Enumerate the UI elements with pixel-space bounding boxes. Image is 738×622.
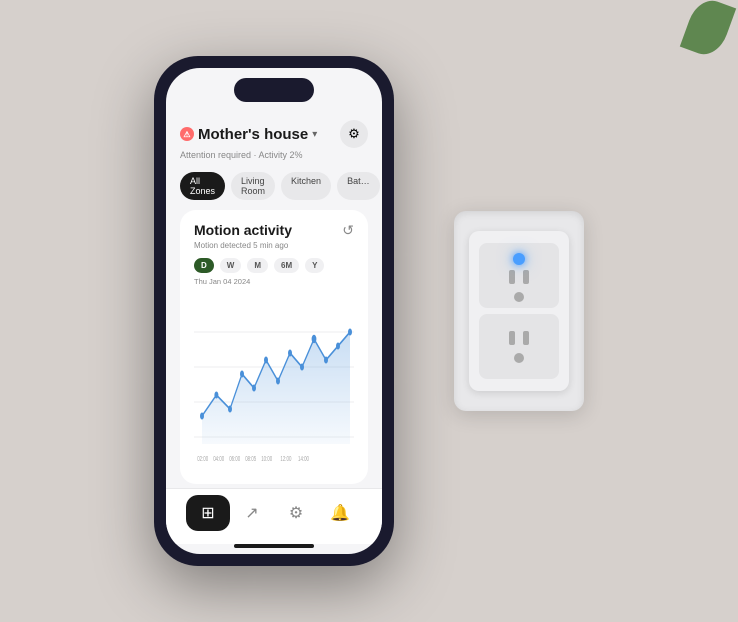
wall-plate bbox=[454, 211, 584, 411]
outlet-slots-bottom bbox=[509, 331, 529, 345]
outlet-face-top bbox=[514, 292, 524, 302]
time-btn-6m[interactable]: 6M bbox=[274, 258, 299, 273]
motion-title: Motion activity bbox=[194, 222, 292, 238]
motion-subtitle: Motion detected 5 min ago bbox=[194, 241, 354, 250]
history-icon[interactable]: ↺ bbox=[342, 222, 354, 239]
nav-activity[interactable]: ↗ bbox=[230, 495, 274, 531]
slot-right-bottom bbox=[523, 331, 529, 345]
smart-plug-container bbox=[454, 211, 584, 411]
motion-chart: 02:00 04:00 06:00 08:05 10:00 12:00 14:0… bbox=[194, 290, 354, 472]
tab-living-room[interactable]: Living Room bbox=[231, 172, 275, 200]
app-header: ⚠ Mother's house ▾ ⚙ Attention required … bbox=[166, 112, 382, 166]
outlet-slots-top bbox=[509, 270, 529, 284]
time-btn-w[interactable]: W bbox=[220, 258, 242, 273]
alert-icon: ⚠ bbox=[180, 127, 194, 141]
nav-home[interactable]: ⊞ bbox=[186, 495, 230, 531]
app-content: ⚠ Mother's house ▾ ⚙ Attention required … bbox=[166, 112, 382, 554]
svg-text:12:00: 12:00 bbox=[280, 455, 291, 464]
tab-bat[interactable]: Bat… bbox=[337, 172, 380, 200]
slot-left-bottom bbox=[509, 331, 515, 345]
phone: ⚠ Mother's house ▾ ⚙ Attention required … bbox=[154, 56, 394, 566]
time-btn-y[interactable]: Y bbox=[305, 258, 324, 273]
time-btn-m[interactable]: M bbox=[247, 258, 268, 273]
bottom-nav: ⊞ ↗ ⚙ 🔔 bbox=[166, 488, 382, 544]
outlet-bottom bbox=[479, 314, 559, 379]
settings-button[interactable]: ⚙ bbox=[340, 120, 368, 148]
svg-text:06:00: 06:00 bbox=[229, 455, 240, 464]
phone-screen: ⚠ Mother's house ▾ ⚙ Attention required … bbox=[166, 68, 382, 554]
nav-settings[interactable]: ⚙ bbox=[274, 495, 318, 531]
slot-left-top bbox=[509, 270, 515, 284]
nav-notifications[interactable]: 🔔 bbox=[318, 495, 362, 531]
slot-right-top bbox=[523, 270, 529, 284]
motion-activity-card: Motion activity ↺ Motion detected 5 min … bbox=[180, 210, 368, 484]
svg-text:02:00: 02:00 bbox=[197, 455, 208, 464]
svg-text:14:00: 14:00 bbox=[298, 455, 309, 464]
outlet-face-bottom bbox=[514, 353, 524, 363]
tab-all-zones[interactable]: All Zones bbox=[180, 172, 225, 200]
header-row: ⚠ Mother's house ▾ ⚙ bbox=[180, 120, 368, 148]
svg-text:04:00: 04:00 bbox=[213, 455, 224, 464]
house-title: Mother's house bbox=[198, 126, 308, 143]
time-range-selector: D W M 6M Y bbox=[194, 258, 354, 273]
chart-svg: 02:00 04:00 06:00 08:05 10:00 12:00 14:0… bbox=[194, 290, 354, 472]
dynamic-island bbox=[234, 78, 314, 102]
time-btn-d[interactable]: D bbox=[194, 258, 214, 273]
header-subtitle: Attention required · Activity 2% bbox=[180, 150, 368, 160]
scene: ⚠ Mother's house ▾ ⚙ Attention required … bbox=[0, 0, 738, 622]
home-indicator bbox=[234, 544, 314, 548]
plug-body bbox=[469, 231, 569, 391]
header-title-group: ⚠ Mother's house ▾ bbox=[180, 126, 317, 143]
motion-header: Motion activity ↺ bbox=[194, 222, 354, 239]
decorative-leaf bbox=[680, 0, 736, 60]
outlet-top bbox=[479, 243, 559, 308]
tab-kitchen[interactable]: Kitchen bbox=[281, 172, 331, 200]
outlet-led bbox=[513, 253, 525, 265]
zone-tabs: All Zones Living Room Kitchen Bat… bbox=[166, 166, 382, 206]
date-label: Thu Jan 04 2024 bbox=[194, 277, 354, 286]
svg-text:08:05: 08:05 bbox=[245, 455, 256, 464]
svg-text:10:00: 10:00 bbox=[261, 455, 272, 464]
chevron-down-icon[interactable]: ▾ bbox=[312, 129, 317, 140]
